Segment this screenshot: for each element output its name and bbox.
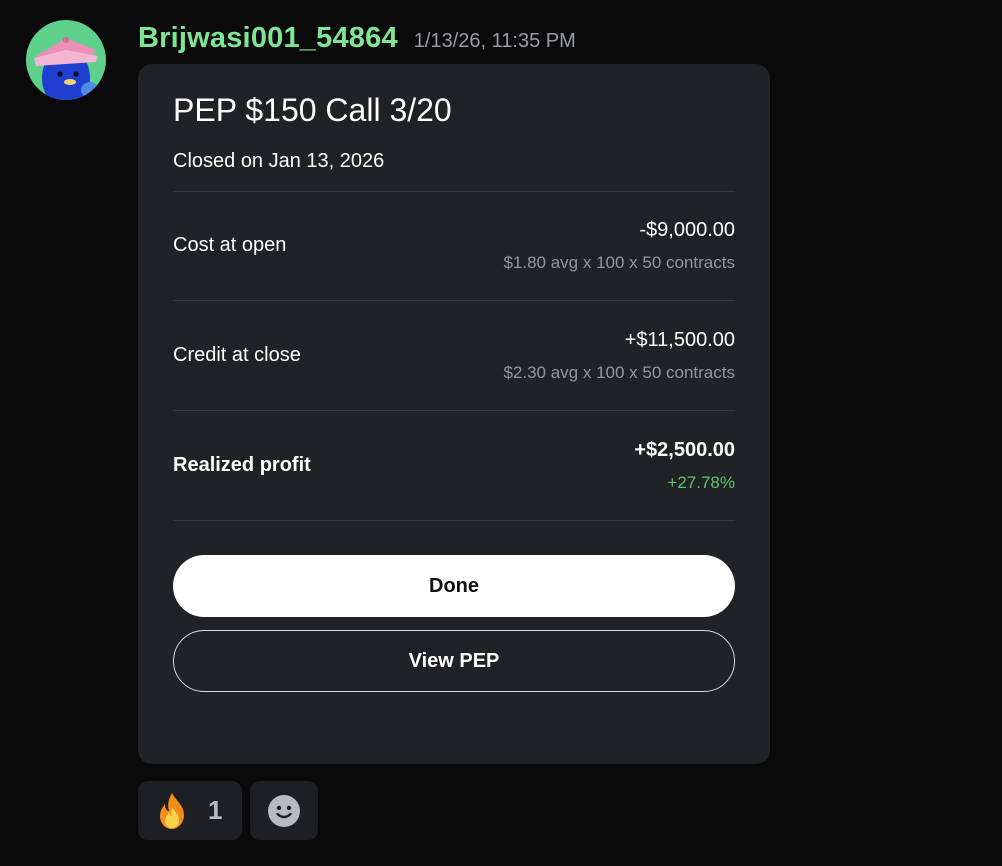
divider [173, 410, 735, 411]
done-button-label: Done [429, 574, 479, 597]
divider [173, 520, 735, 521]
message-header: Brijwasi001_54864 1/13/26, 11:35 PM [138, 22, 576, 55]
card-title: PEP $150 Call 3/20 [173, 92, 452, 128]
credit-at-close-value: +$11,500.00 [624, 329, 735, 351]
trade-summary-card: PEP $150 Call 3/20 Closed on Jan 13, 202… [138, 64, 770, 764]
view-pep-button-label: View PEP [408, 649, 500, 672]
chat-message: Brijwasi001_54864 1/13/26, 11:35 PM PEP … [0, 0, 1002, 866]
closed-date: Closed on Jan 13, 2026 [173, 150, 385, 172]
realized-profit-value: +$2,500.00 [634, 439, 735, 461]
fire-reaction-count: 1 [208, 795, 223, 825]
fire-reaction[interactable]: 1 [138, 781, 242, 840]
divider [173, 300, 735, 301]
timestamp: 1/13/26, 11:35 PM [413, 30, 576, 52]
fire-emoji-icon [160, 792, 184, 829]
user-avatar[interactable] [26, 20, 106, 100]
cost-at-open-detail: $1.80 avg x 100 x 50 contracts [503, 253, 735, 272]
credit-at-close-label: Credit at close [173, 344, 301, 366]
done-button[interactable]: Done [173, 555, 735, 617]
realized-profit-percent: +27.78% [667, 473, 735, 492]
credit-at-close-detail: $2.30 avg x 100 x 50 contracts [503, 363, 735, 382]
cost-at-open-value: -$9,000.00 [639, 219, 735, 241]
penguin-avatar-icon [26, 20, 106, 100]
username[interactable]: Brijwasi001_54864 [138, 22, 398, 55]
cost-at-open-label: Cost at open [173, 234, 287, 256]
view-pep-button[interactable]: View PEP [173, 630, 735, 692]
realized-profit-label: Realized profit [173, 454, 311, 476]
add-reaction-button[interactable] [250, 781, 318, 840]
divider [173, 191, 735, 192]
add-reaction-smiley-icon [268, 794, 300, 827]
